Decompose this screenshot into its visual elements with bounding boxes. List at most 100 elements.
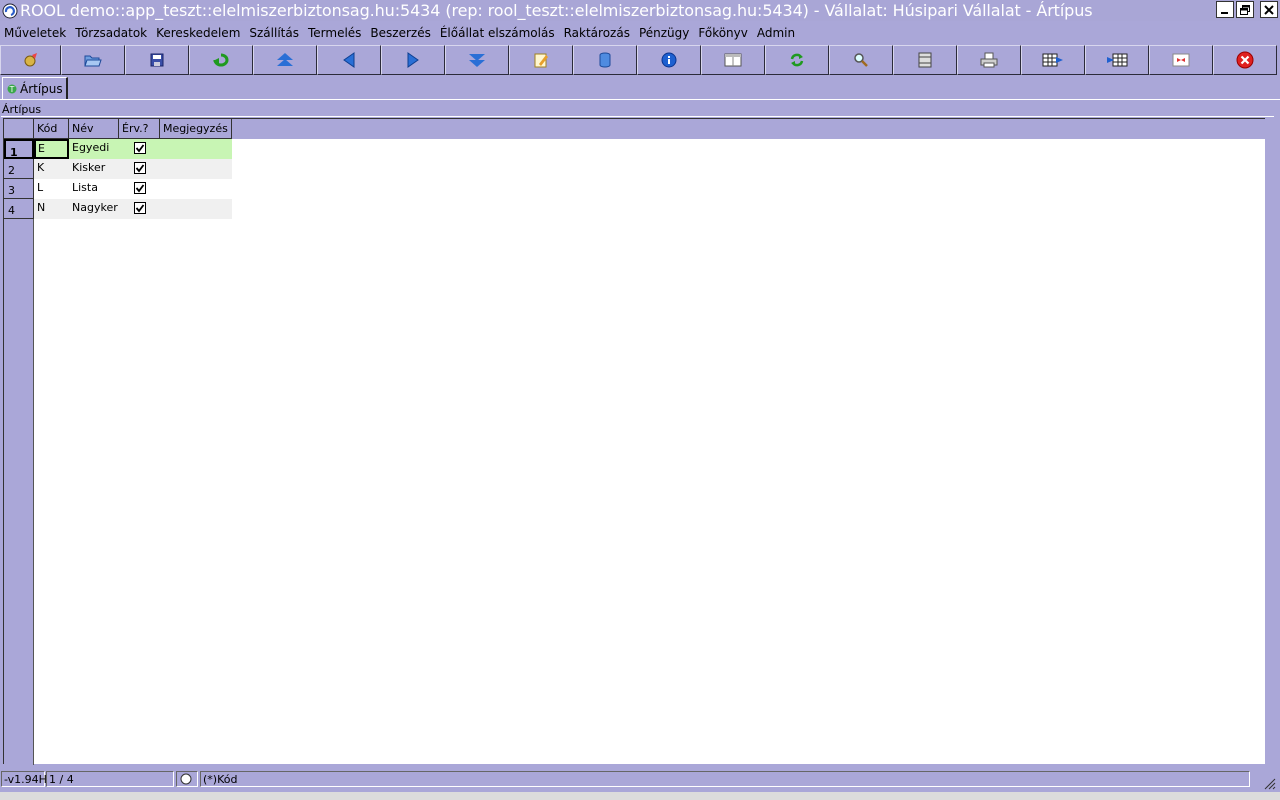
cell-erv[interactable] <box>119 139 160 159</box>
table-import-button[interactable] <box>1085 45 1149 75</box>
checkmark-icon <box>135 184 144 193</box>
close-icon <box>1236 51 1254 69</box>
menu-szallitas[interactable]: Szállítás <box>245 26 304 40</box>
minimize-button[interactable] <box>1216 1 1234 18</box>
row-number[interactable]: 2 <box>4 159 34 179</box>
cell-nev[interactable]: Lista <box>69 179 119 199</box>
menu-bar: Műveletek Törzsadatok Kereskedelem Száll… <box>0 21 1280 45</box>
column-header-kod[interactable]: Kód <box>34 119 69 139</box>
cell-nev[interactable]: Nagyker <box>69 199 119 219</box>
edit-icon <box>534 53 548 68</box>
table-export-button[interactable] <box>1021 45 1085 75</box>
search-icon <box>854 53 868 67</box>
data-grid[interactable]: Kód Név Érv.? Megjegyzés 1 E Egyedi 2 K … <box>3 118 1265 765</box>
cell-megjegyzes[interactable] <box>160 159 232 179</box>
columns-button[interactable] <box>893 45 957 75</box>
menu-torzsadatok[interactable]: Törzsadatok <box>71 26 152 40</box>
valid-checkbox[interactable] <box>133 202 146 214</box>
cell-megjegyzes[interactable] <box>160 139 232 159</box>
restore-button[interactable] <box>1236 1 1254 18</box>
radio-indicator-icon <box>180 773 192 785</box>
row-indicator-header <box>4 119 34 139</box>
valid-checkbox[interactable] <box>133 162 146 174</box>
tab-label: Ártípus <box>20 81 63 96</box>
menu-admin[interactable]: Admin <box>753 26 800 40</box>
app-icon[interactable] <box>1 2 19 20</box>
menu-beszerzes[interactable]: Beszerzés <box>366 26 435 40</box>
panel-divider <box>1 116 1274 117</box>
toolbar <box>0 45 1280 76</box>
close-window-button[interactable] <box>1260 1 1278 18</box>
menu-eloallat-elszamolas[interactable]: Élőállat elszámolás <box>436 26 560 40</box>
row-indicator-column <box>4 139 34 765</box>
column-header-erv[interactable]: Érv.? <box>119 119 160 139</box>
close-form-button[interactable] <box>1213 45 1277 75</box>
row-number[interactable]: 3 <box>4 179 34 199</box>
last-record-button[interactable] <box>445 45 509 75</box>
menu-penzugy[interactable]: Pénzügy <box>635 26 694 40</box>
info-button[interactable] <box>637 45 701 75</box>
tab-artipus[interactable]: T Ártípus <box>2 77 68 99</box>
cell-erv[interactable] <box>119 179 160 199</box>
valid-checkbox[interactable] <box>133 142 146 154</box>
cell-erv[interactable] <box>119 199 160 219</box>
restore-icon <box>1240 4 1250 15</box>
next-record-button[interactable] <box>381 45 445 75</box>
refresh-button[interactable] <box>765 45 829 75</box>
cell-kod[interactable]: L <box>34 179 69 199</box>
first-record-button[interactable] <box>253 45 317 75</box>
last-record-icon <box>469 54 485 67</box>
undo-icon <box>213 53 229 67</box>
table-row[interactable]: E Egyedi <box>34 139 232 159</box>
table-export-icon <box>1042 53 1063 67</box>
resize-grip-icon[interactable] <box>1262 776 1276 790</box>
form-view-button[interactable] <box>701 45 765 75</box>
menu-termeles[interactable]: Termelés <box>304 26 366 40</box>
next-record-icon <box>407 52 419 68</box>
actions-button[interactable] <box>0 45 61 75</box>
minimize-icon <box>1221 11 1228 14</box>
table-row[interactable]: L Lista <box>34 179 232 199</box>
row-number[interactable]: 4 <box>4 199 34 219</box>
previous-record-icon <box>343 52 355 68</box>
cell-kod[interactable]: E <box>34 139 69 159</box>
menu-kereskedelem[interactable]: Kereskedelem <box>152 26 245 40</box>
cell-kod[interactable]: K <box>34 159 69 179</box>
print-icon <box>980 52 998 68</box>
columns-icon <box>918 52 932 68</box>
info-icon <box>661 52 677 68</box>
refresh-icon <box>790 53 804 67</box>
save-button[interactable] <box>125 45 189 75</box>
checkmark-icon <box>135 144 144 153</box>
database-button[interactable] <box>573 45 637 75</box>
column-header-nev[interactable]: Név <box>69 119 119 139</box>
cell-erv[interactable] <box>119 159 160 179</box>
save-icon <box>150 53 164 67</box>
close-icon <box>1264 4 1274 15</box>
open-button[interactable] <box>61 45 125 75</box>
table-row[interactable]: N Nagyker <box>34 199 232 219</box>
title-bar: ROOL demo::app_teszt::elelmiszerbiztonsa… <box>0 0 1280 21</box>
menu-fokonyv[interactable]: Főkönyv <box>694 26 753 40</box>
cell-megjegyzes[interactable] <box>160 199 232 219</box>
cell-kod[interactable]: N <box>34 199 69 219</box>
edit-button[interactable] <box>509 45 573 75</box>
table-row[interactable]: K Kisker <box>34 159 232 179</box>
cell-megjegyzes[interactable] <box>160 179 232 199</box>
row-number[interactable]: 1 <box>4 139 34 159</box>
table-import-icon <box>1107 53 1128 67</box>
undo-button[interactable] <box>189 45 253 75</box>
checkmark-icon <box>135 164 144 173</box>
previous-record-button[interactable] <box>317 45 381 75</box>
grid-header: Kód Név Érv.? Megjegyzés <box>4 119 1265 139</box>
menu-raktarozas[interactable]: Raktározás <box>560 26 635 40</box>
cell-nev[interactable]: Egyedi <box>69 139 119 159</box>
cell-nev[interactable]: Kisker <box>69 159 119 179</box>
layout-button[interactable] <box>1149 45 1213 75</box>
search-button[interactable] <box>829 45 893 75</box>
valid-checkbox[interactable] <box>133 182 146 194</box>
bottom-edge <box>0 792 1280 800</box>
print-button[interactable] <box>957 45 1021 75</box>
menu-muveletek[interactable]: Műveletek <box>0 26 71 40</box>
column-header-megjegyzes[interactable]: Megjegyzés <box>160 119 232 139</box>
